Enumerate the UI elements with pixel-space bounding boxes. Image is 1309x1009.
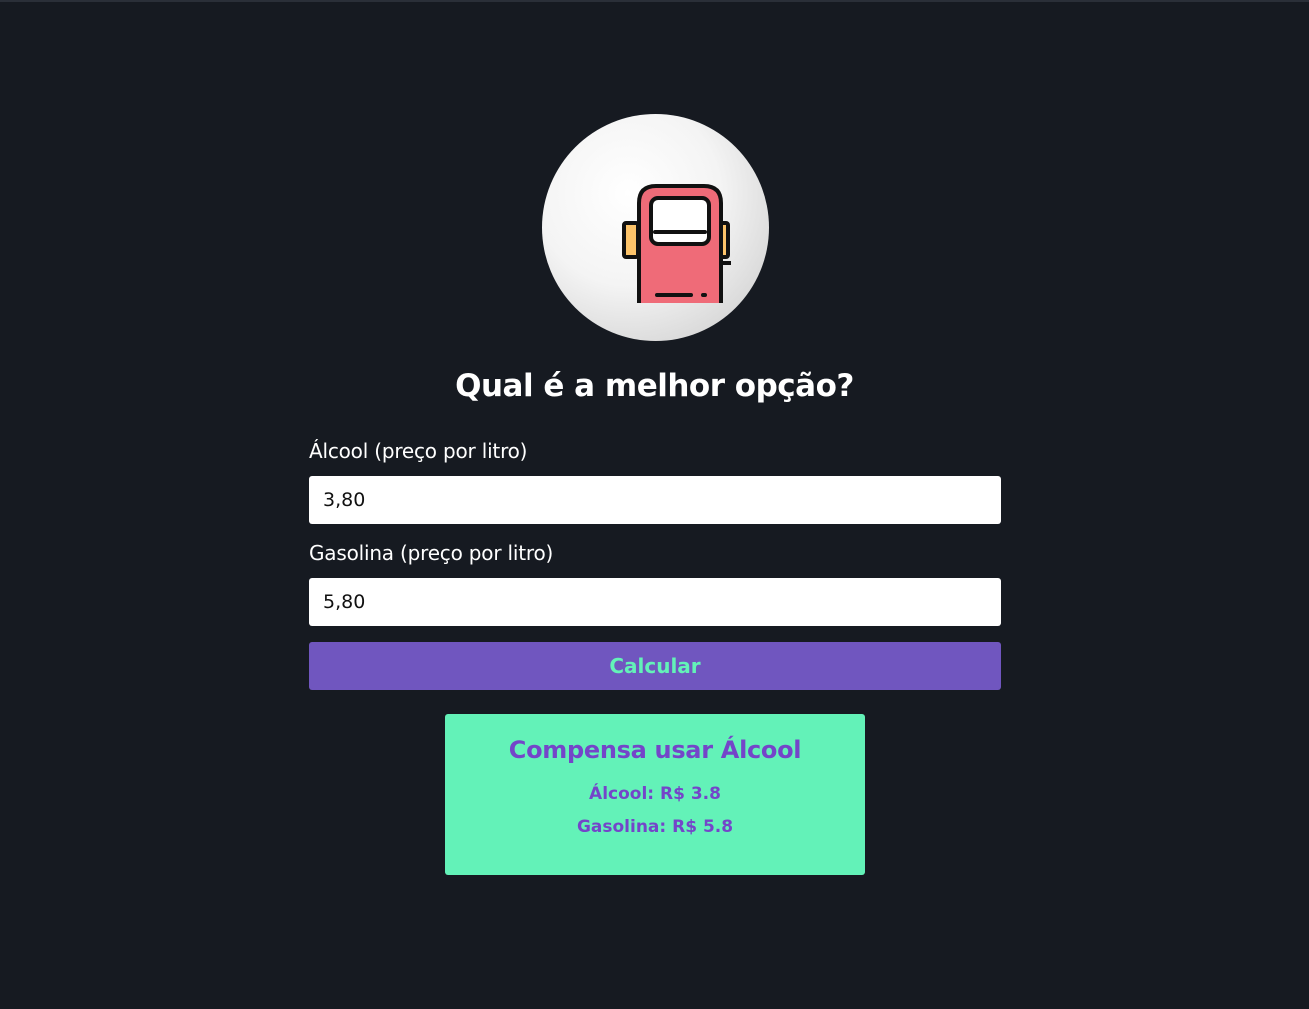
result-card: Compensa usar Álcool Álcool: R$ 3.8 Gaso… bbox=[445, 714, 865, 875]
alcohol-price-label: Álcool (preço por litro) bbox=[309, 439, 528, 463]
alcohol-price-input[interactable] bbox=[309, 476, 1001, 524]
page-title: Qual é a melhor opção? bbox=[455, 368, 854, 404]
logo bbox=[542, 114, 769, 341]
calculate-button[interactable]: Calcular bbox=[309, 642, 1001, 690]
gasoline-price-input[interactable] bbox=[309, 578, 1001, 626]
fuel-pump-icon bbox=[621, 183, 731, 303]
result-gasoline-price: Gasolina: R$ 5.8 bbox=[576, 817, 734, 837]
result-title: Compensa usar Álcool bbox=[508, 736, 802, 764]
result-alcohol-price: Álcool: R$ 3.8 bbox=[589, 784, 721, 804]
gasoline-price-label: Gasolina (preço por litro) bbox=[309, 541, 554, 565]
